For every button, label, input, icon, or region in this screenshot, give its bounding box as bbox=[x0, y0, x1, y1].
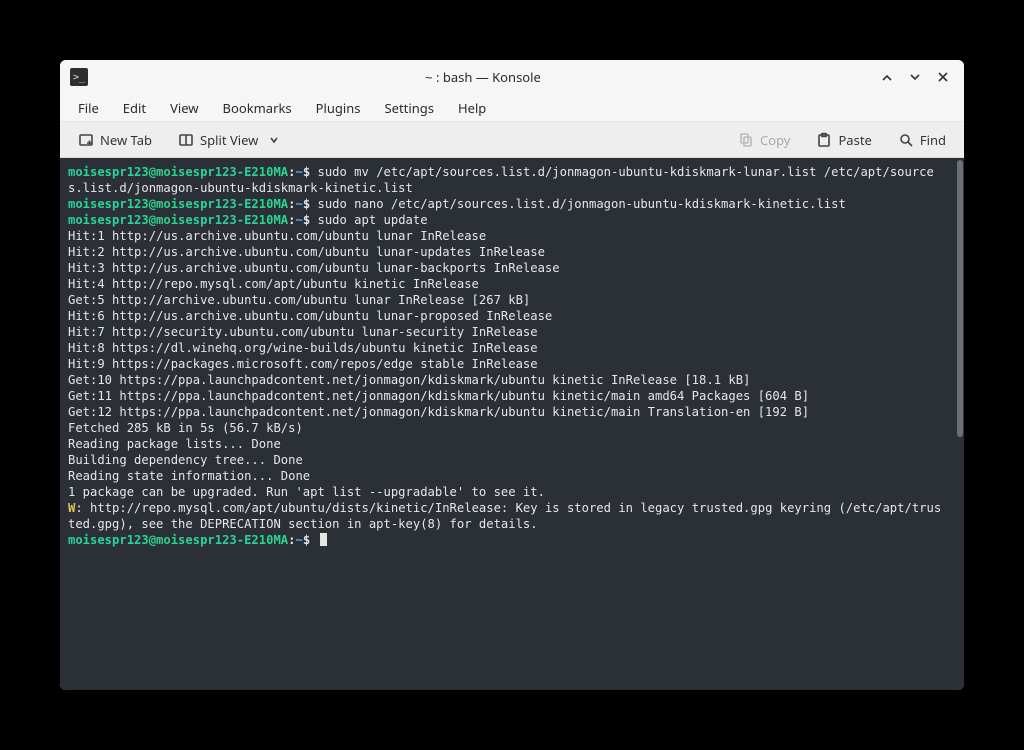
scrollbar[interactable] bbox=[955, 158, 964, 690]
menu-edit[interactable]: Edit bbox=[111, 95, 158, 121]
paste-label: Paste bbox=[838, 131, 871, 149]
find-icon bbox=[898, 132, 914, 148]
new-tab-icon bbox=[78, 132, 94, 148]
menu-view[interactable]: View bbox=[158, 95, 210, 121]
copy-icon bbox=[738, 132, 754, 148]
window-title: ~ : bash — Konsole bbox=[96, 68, 870, 86]
find-label: Find bbox=[920, 131, 946, 149]
scrollbar-thumb[interactable] bbox=[957, 160, 963, 437]
new-tab-button[interactable]: New Tab bbox=[70, 127, 160, 153]
app-icon: >_ bbox=[70, 68, 88, 86]
paste-button[interactable]: Paste bbox=[808, 127, 879, 153]
paste-icon bbox=[816, 132, 832, 148]
minimize-button[interactable] bbox=[876, 66, 898, 88]
copy-button[interactable]: Copy bbox=[730, 127, 798, 153]
close-button[interactable] bbox=[932, 66, 954, 88]
new-tab-label: New Tab bbox=[100, 131, 152, 149]
copy-label: Copy bbox=[760, 131, 790, 149]
toolbar: New Tab Split View Copy Paste bbox=[60, 122, 964, 158]
split-view-icon bbox=[178, 132, 194, 148]
terminal-output[interactable]: moisespr123@moisespr123-E210MA:~$ sudo m… bbox=[60, 158, 955, 690]
menu-file[interactable]: File bbox=[66, 95, 111, 121]
chevron-down-icon bbox=[266, 132, 282, 148]
split-view-label: Split View bbox=[200, 131, 258, 149]
konsole-window: >_ ~ : bash — Konsole File Edit View Boo… bbox=[60, 60, 964, 690]
menu-plugins[interactable]: Plugins bbox=[304, 95, 373, 121]
maximize-button[interactable] bbox=[904, 66, 926, 88]
menu-settings[interactable]: Settings bbox=[373, 95, 446, 121]
menubar: File Edit View Bookmarks Plugins Setting… bbox=[60, 94, 964, 122]
menu-help[interactable]: Help bbox=[446, 95, 498, 121]
terminal-area: moisespr123@moisespr123-E210MA:~$ sudo m… bbox=[60, 158, 964, 690]
app-icon-glyph: >_ bbox=[73, 72, 85, 83]
find-button[interactable]: Find bbox=[890, 127, 954, 153]
menu-bookmarks[interactable]: Bookmarks bbox=[211, 95, 304, 121]
split-view-button[interactable]: Split View bbox=[170, 127, 290, 153]
titlebar: >_ ~ : bash — Konsole bbox=[60, 60, 964, 94]
